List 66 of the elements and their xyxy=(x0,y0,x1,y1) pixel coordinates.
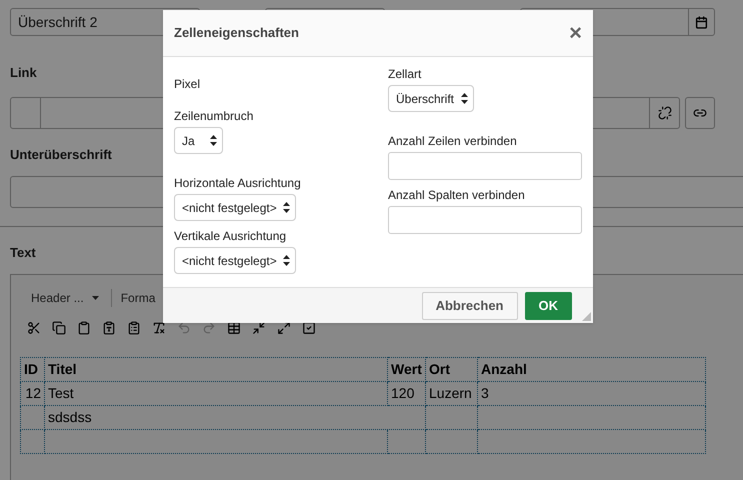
field-label: Zeilenumbruch xyxy=(174,108,254,125)
table-header-cell: Anzahl xyxy=(478,357,706,381)
toolbar-button[interactable] xyxy=(127,320,141,334)
toolbar-button[interactable] xyxy=(252,320,266,334)
table-header-cell: Titel xyxy=(44,357,388,381)
toolbar-button[interactable] xyxy=(102,320,116,334)
input-field[interactable] xyxy=(388,206,582,234)
table-cell xyxy=(426,405,478,429)
field-label: Vertikale Ausrichtung xyxy=(174,228,286,245)
checkbox-icon xyxy=(302,320,316,334)
close-button[interactable]: × xyxy=(569,22,582,44)
input-field[interactable] xyxy=(388,152,582,180)
table-header-cell: ID xyxy=(20,357,44,381)
shrink-icon xyxy=(252,320,266,334)
select-field[interactable]: <nicht festgelegt> xyxy=(174,194,296,221)
select-field[interactable]: Ja xyxy=(174,127,223,154)
ok-button[interactable]: OK xyxy=(524,292,572,320)
unlink-icon xyxy=(658,106,672,120)
field-label: Pixel xyxy=(174,76,200,93)
toolbar-button[interactable] xyxy=(277,320,291,334)
table-cell: sdsdss xyxy=(44,405,426,429)
select-field[interactable]: Überschrift xyxy=(388,85,474,112)
table-cell: 3 xyxy=(478,381,706,405)
subheading-label: Unterüberschrift xyxy=(10,146,112,164)
resize-grip-icon xyxy=(582,312,591,321)
caret-icon xyxy=(92,296,99,300)
text-label: Text xyxy=(10,244,36,262)
table-cell xyxy=(388,429,426,453)
toolbar-button[interactable] xyxy=(77,320,91,334)
cut-icon xyxy=(27,320,41,334)
table-cell: 12 xyxy=(20,381,44,405)
select-field[interactable]: <nicht festgelegt> xyxy=(174,247,296,274)
paste-list-icon xyxy=(127,320,141,334)
field-label: Horizontale Ausrichtung xyxy=(174,175,301,192)
expand-icon xyxy=(277,320,291,334)
table-cell xyxy=(426,429,478,453)
table-header-cell: Wert xyxy=(388,357,426,381)
cancel-button[interactable]: Abbrechen xyxy=(422,292,518,320)
sort-arrows-icon xyxy=(461,93,468,104)
toolbar-button[interactable] xyxy=(302,320,316,334)
link-label: Link xyxy=(10,64,37,82)
sort-arrows-icon xyxy=(283,255,290,266)
table-cell: Luzern xyxy=(426,381,478,405)
table-cell: 120 xyxy=(388,381,426,405)
toolbar-button[interactable] xyxy=(152,320,166,334)
table-header-cell: Ort xyxy=(426,357,478,381)
table-cell xyxy=(20,405,44,429)
table-cell xyxy=(20,429,44,453)
paste-icon xyxy=(77,320,91,334)
field-label: Zellart xyxy=(388,66,422,83)
toolbar-button[interactable] xyxy=(227,320,241,334)
field-label: Anzahl Zeilen verbinden xyxy=(388,133,517,150)
table-icon xyxy=(227,320,241,334)
calendar-icon xyxy=(695,16,708,28)
toolbar-button[interactable] xyxy=(52,320,66,334)
table-cell: Test xyxy=(44,381,388,405)
remove-format-icon xyxy=(152,320,166,334)
format-dropdown[interactable]: Forma xyxy=(112,288,156,306)
paste-text-icon xyxy=(102,320,116,334)
field-label: Anzahl Spalten verbinden xyxy=(388,187,525,204)
toolbar-button[interactable] xyxy=(27,320,41,334)
sort-arrows-icon xyxy=(210,135,217,146)
copy-icon xyxy=(52,320,66,334)
style-dropdown[interactable]: Header ... xyxy=(21,288,109,306)
link-button[interactable] xyxy=(685,96,715,128)
sort-arrows-icon xyxy=(283,202,290,213)
